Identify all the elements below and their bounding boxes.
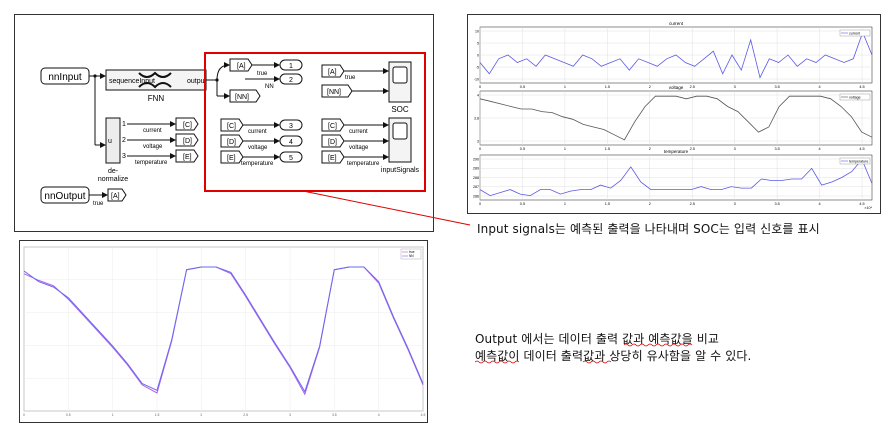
legend-label: temperature [849, 159, 868, 163]
x-tick-label: 4 [818, 147, 820, 151]
y-tick-label: -5 [476, 65, 479, 69]
legend-label: NN [409, 254, 414, 258]
x-tick-label: 2 [649, 85, 651, 89]
spellcheck-underline [624, 343, 693, 347]
x-tick-label: 1.5 [605, 85, 610, 89]
y-tick-label: 289 [473, 167, 479, 171]
x-tick-label: 3 [734, 202, 736, 206]
spellcheck-underline [583, 360, 611, 364]
y-tick-label: 3 [477, 139, 479, 143]
x-tick-label: 4.5 [859, 85, 864, 89]
x-tick-label: 3 [289, 413, 291, 417]
output-plot-frame [23, 246, 424, 412]
x-tick-label: 1 [112, 413, 114, 417]
x-tick-label: 3.5 [332, 413, 337, 417]
x-tick-label: 0 [23, 413, 25, 417]
y-tick-label: 286 [473, 194, 479, 198]
x-tick-label: 1 [564, 147, 566, 151]
y-tick-label: 287 [473, 185, 479, 189]
y-tick-label: 3.8 [474, 116, 479, 120]
x-tick-label: 3 [734, 147, 736, 151]
x-tick-label: 0.5 [520, 147, 525, 151]
y-tick-label: 10 [475, 29, 479, 33]
x-tick-label: 2 [649, 147, 651, 151]
y-tick-label: 5 [477, 41, 479, 45]
output-comparison-window: 0 0.5 1 1.5 2 2.5 3 3.5 4 4.5 true NN [19, 240, 428, 423]
x-exponent-label: ×10⁴ [864, 206, 872, 210]
x-tick-label: 1.5 [605, 202, 610, 206]
legend-label: voltage [849, 95, 861, 99]
x-tick-label: 4 [818, 85, 820, 89]
scope-plots: current0 0.5 1 1.5 2 2.5 3 3.5 4 4.51050-5-10curr… [473, 21, 872, 210]
x-tick-label: 0.5 [520, 202, 525, 206]
legend-label: current [849, 31, 860, 35]
x-tick-label: 3 [734, 85, 736, 89]
output-comparison-plot: 0 0.5 1 1.5 2 2.5 3 3.5 4 4.5trueNN [23, 246, 426, 417]
x-tick-label: 3.5 [774, 202, 779, 206]
scope-subplot-title: current [669, 21, 684, 26]
x-tick-label: 2.5 [690, 202, 695, 206]
callout-line-stroke [302, 190, 471, 226]
x-tick-label: 0.5 [520, 85, 525, 89]
y-tick-label: 290 [473, 157, 479, 161]
x-tick-label: 4 [378, 413, 380, 417]
x-tick-label: 2.5 [690, 147, 695, 151]
x-tick-label: 3.5 [774, 85, 779, 89]
caption-input-signals: Input signals는 예측된 출력을 나타내며 SOC는 입력 신호를 … [477, 222, 820, 236]
scope-subplot-title: voltage [669, 85, 684, 90]
x-tick-label: 4 [818, 202, 820, 206]
y-tick-label: 4 [477, 93, 479, 97]
x-tick-label: 2.5 [690, 85, 695, 89]
y-tick-label: 0 [477, 53, 479, 57]
spellcheck-underline [475, 360, 519, 364]
x-tick-label: 2 [200, 413, 202, 417]
scope-window: current 0 0.5 1 1.5 2 2.5 3 3.5 4 4.5 10 5 0 -5 -10 curr… [467, 14, 881, 214]
x-tick-label: 1.5 [155, 413, 160, 417]
x-tick-label: 1 [564, 85, 566, 89]
x-tick-label: 1.5 [605, 147, 610, 151]
x-tick-label: 3.5 [774, 147, 779, 151]
y-tick-label: -10 [474, 77, 479, 81]
x-tick-label: 4.5 [421, 413, 426, 417]
x-tick-label: 1 [564, 202, 566, 206]
y-tick-label: 288 [473, 176, 479, 180]
x-tick-label: 2 [649, 202, 651, 206]
x-tick-label: 0 [479, 202, 481, 206]
x-tick-label: 2.5 [243, 413, 248, 417]
x-tick-label: 0 [479, 85, 481, 89]
x-tick-label: 0.5 [66, 413, 71, 417]
x-tick-label: 0 [479, 147, 481, 151]
scope-subplot-title: temperature [664, 149, 689, 154]
x-tick-label: 4.5 [859, 147, 864, 151]
